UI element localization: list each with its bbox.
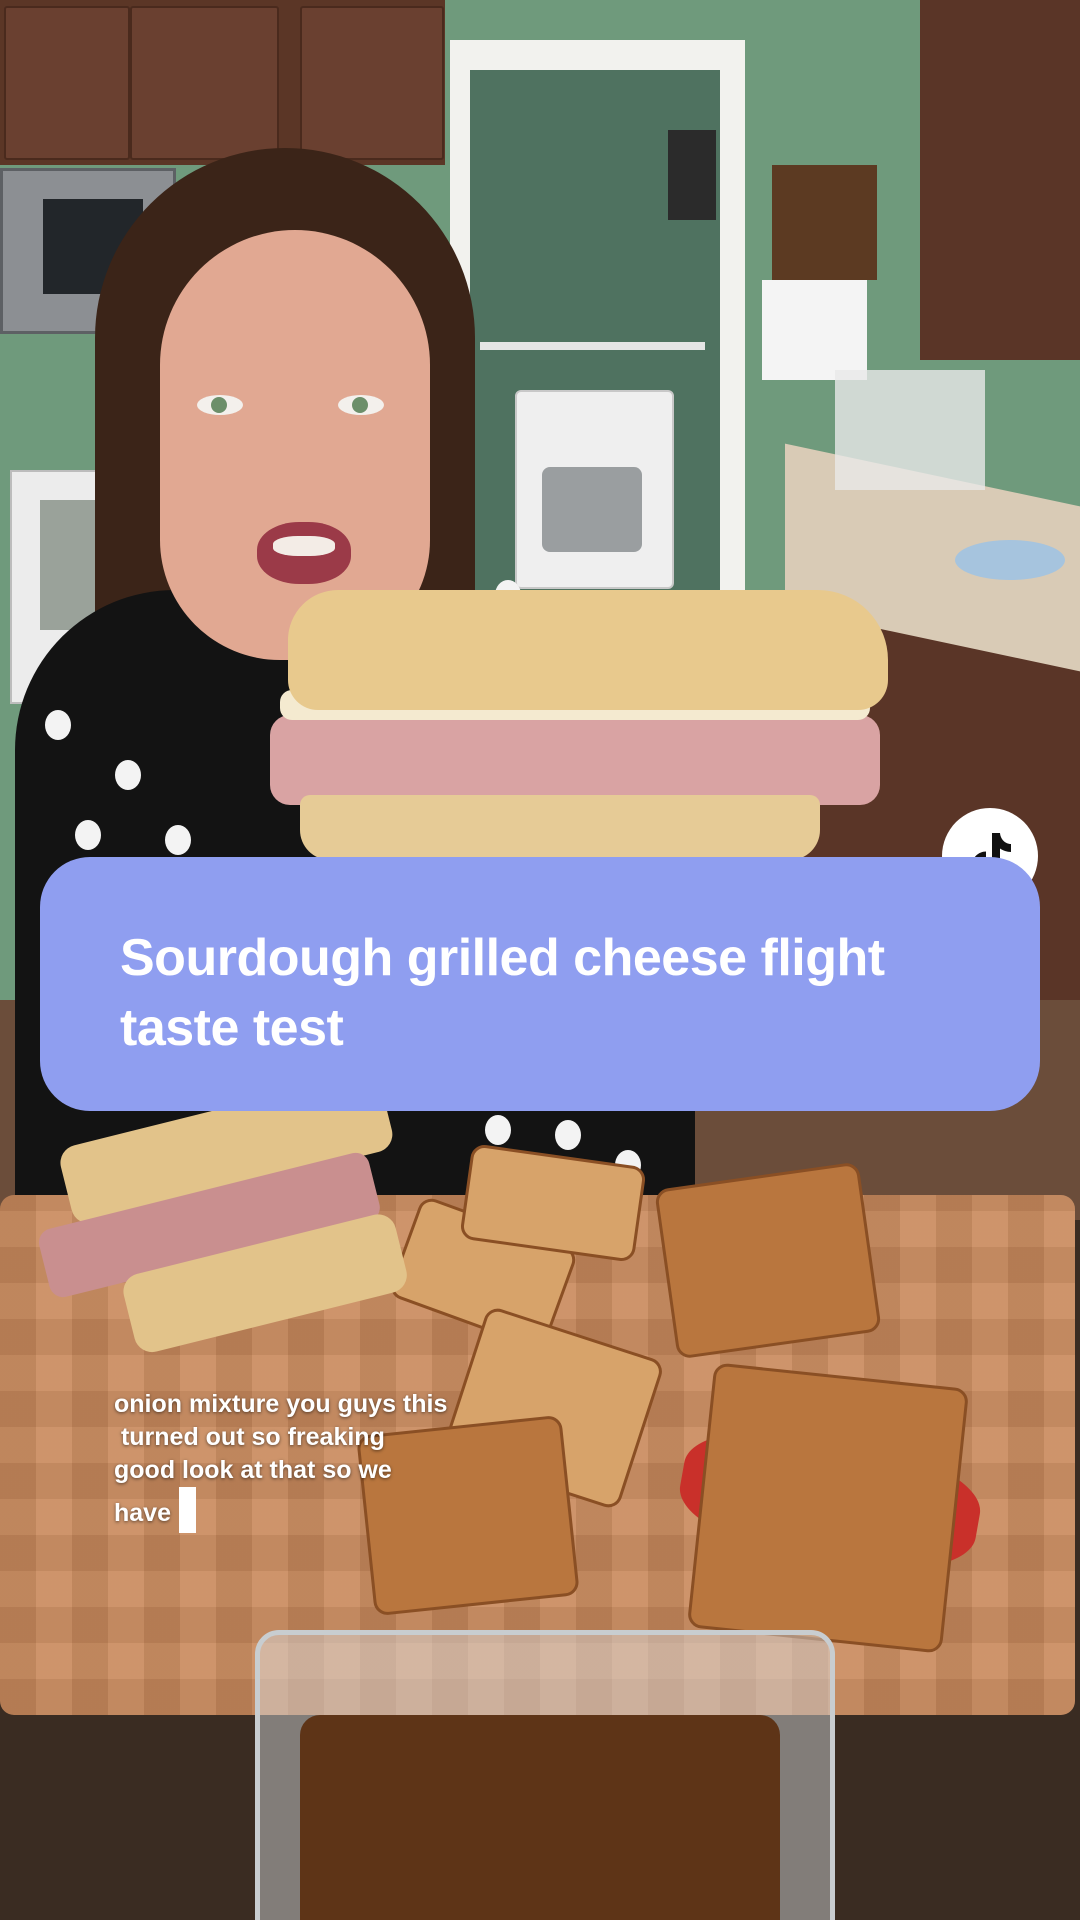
upper-cabinets <box>0 0 445 165</box>
video-title: Sourdough grilled cheese flight taste te… <box>120 929 885 1057</box>
wire-shelf <box>480 342 705 350</box>
caramelized-onions <box>300 1715 780 1920</box>
grilled-cheese <box>654 1161 882 1360</box>
caption-line: good look at that so we <box>114 1456 392 1484</box>
live-caption: onion mixture you guys this turned out s… <box>114 1388 534 1533</box>
upper-cabinet-right <box>920 0 1080 360</box>
plates <box>955 540 1065 580</box>
wall-calendar <box>762 280 867 380</box>
held-sandwich <box>270 590 890 860</box>
caption-line: onion mixture you guys this <box>114 1390 448 1418</box>
dryer <box>515 390 674 589</box>
caption-cursor <box>178 1487 196 1533</box>
caption-line: have <box>114 1499 171 1527</box>
title-banner: Sourdough grilled cheese flight taste te… <box>40 857 1040 1111</box>
caption-line: turned out so freaking <box>114 1423 385 1451</box>
grilled-cheese <box>686 1362 970 1654</box>
left-eye <box>197 395 243 415</box>
wall-poster <box>772 165 877 280</box>
presenter-mouth <box>257 522 351 584</box>
picture-frame <box>668 130 716 220</box>
dish-rack <box>835 370 985 490</box>
right-eye <box>338 395 384 415</box>
